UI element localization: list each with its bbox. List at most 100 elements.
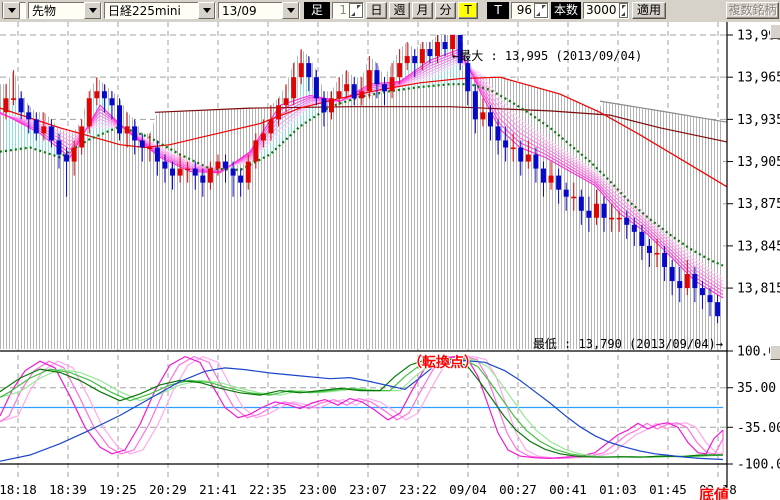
- candle-down: [412, 56, 417, 63]
- time-tick-label: 18:18: [0, 482, 37, 497]
- candle-up: [185, 169, 190, 171]
- candle-down: [19, 98, 24, 112]
- contract-month-combo[interactable]: 13/09: [218, 2, 300, 19]
- candle-up: [215, 162, 220, 169]
- candle-down: [647, 246, 652, 253]
- tick-count-stepper[interactable]: 96: [511, 2, 549, 19]
- candle-down: [306, 63, 311, 77]
- price-tick-label: 13,905: [737, 155, 780, 170]
- candle-down: [117, 105, 122, 133]
- axis-mini-button[interactable]: [770, 24, 780, 39]
- chevron-down-icon[interactable]: [3, 2, 20, 19]
- candle-down: [662, 253, 667, 267]
- candle-down: [374, 70, 379, 84]
- candle-down: [503, 140, 508, 147]
- chart-area[interactable]: 13,99513,96513,93513,90513,87513,84513,8…: [0, 22, 780, 500]
- candle-up: [526, 155, 531, 162]
- candle-down: [132, 126, 137, 140]
- spin-icon[interactable]: [619, 3, 628, 18]
- candle-up: [655, 253, 660, 255]
- candle-up: [617, 218, 622, 220]
- period-day-button[interactable]: 日: [366, 2, 387, 19]
- category-combo[interactable]: 先物: [28, 2, 102, 19]
- candle-up: [246, 162, 251, 183]
- osc-tick-label: -100.00: [737, 458, 780, 473]
- candle-down: [162, 162, 167, 169]
- candle-up: [571, 197, 576, 199]
- candle-up: [397, 63, 402, 77]
- tick-label: T: [487, 2, 509, 19]
- axis-mini-button[interactable]: [770, 345, 780, 360]
- candle-up: [344, 84, 349, 91]
- category-value: 先物: [29, 2, 84, 19]
- candle-down: [692, 274, 697, 288]
- period-minute-button[interactable]: 分: [435, 2, 456, 19]
- chevron-down-icon[interactable]: [84, 2, 101, 19]
- turning-point-annotation: （転換点）: [408, 352, 478, 372]
- candle-down: [193, 169, 198, 176]
- price-tick-label: 13,875: [737, 197, 780, 212]
- candle-up: [261, 133, 266, 140]
- period-week-button[interactable]: 週: [389, 2, 410, 19]
- candle-down: [140, 140, 145, 147]
- apply-button[interactable]: 適用: [632, 2, 666, 19]
- candle-up: [253, 140, 258, 161]
- bars-count-stepper[interactable]: 3000: [583, 2, 629, 19]
- candle-down: [632, 225, 637, 232]
- chevron-down-icon[interactable]: [282, 2, 299, 19]
- candle-up: [435, 42, 440, 56]
- multi-symbol-button[interactable]: 複数銘柄: [726, 2, 779, 19]
- min-price-annotation: 最低 : 13,790 (2013/09/04)→: [0, 335, 723, 352]
- osc-tick-label: 35.00: [737, 381, 776, 396]
- candle-down: [541, 169, 546, 183]
- tick-mode-button[interactable]: T: [458, 2, 478, 19]
- candle-down: [700, 288, 705, 295]
- candle-up: [549, 176, 554, 183]
- candle-up: [11, 98, 16, 100]
- price-and-oscillator-chart[interactable]: 13,99513,96513,93513,90513,87513,84513,8…: [0, 22, 780, 500]
- candle-down: [314, 77, 319, 98]
- time-tick-label: 18:39: [49, 482, 87, 497]
- bars-count-value: 3000: [584, 3, 619, 18]
- price-tick-label: 13,965: [737, 71, 780, 86]
- candle-up: [480, 112, 485, 119]
- candle-up: [208, 169, 213, 183]
- contract-month-value: 13/09: [219, 4, 282, 18]
- candle-up: [685, 274, 690, 288]
- candle-down: [49, 126, 54, 140]
- candle-down: [352, 84, 357, 98]
- candle-up: [291, 77, 296, 98]
- candle-down: [556, 176, 561, 190]
- time-tick-label: 01:03: [599, 482, 637, 497]
- period-month-button[interactable]: 月: [412, 2, 433, 19]
- spin-icon[interactable]: [349, 3, 363, 18]
- instrument-combo[interactable]: 日経225mini: [104, 2, 216, 19]
- candle-up: [299, 63, 304, 77]
- candle-down: [223, 162, 228, 169]
- candle-down: [715, 302, 720, 316]
- candle-up: [72, 147, 77, 161]
- candle-down: [639, 232, 644, 246]
- candle-down: [465, 63, 470, 91]
- candle-up: [511, 147, 516, 149]
- time-tick-label: 23:22: [399, 482, 437, 497]
- candle-down: [26, 112, 31, 119]
- candle-down: [64, 155, 69, 162]
- bar-interval-stepper[interactable]: 1: [332, 2, 364, 19]
- candle-down: [473, 91, 478, 119]
- price-tick-label: 13,935: [737, 113, 780, 128]
- window-select-combo[interactable]: [2, 2, 26, 19]
- candle-down: [708, 295, 713, 302]
- candle-down: [602, 204, 607, 218]
- candle-down: [586, 211, 591, 218]
- time-tick-label: 09/04: [449, 482, 487, 497]
- candle-up: [79, 126, 84, 147]
- time-tick-label: 00:27: [499, 482, 537, 497]
- candle-up: [87, 98, 92, 126]
- candle-down: [624, 218, 629, 225]
- chevron-down-icon[interactable]: [198, 2, 215, 19]
- candle-down: [170, 169, 175, 176]
- spin-icon[interactable]: [534, 3, 548, 18]
- time-tick-label: 01:45: [649, 482, 687, 497]
- candle-up: [359, 91, 364, 98]
